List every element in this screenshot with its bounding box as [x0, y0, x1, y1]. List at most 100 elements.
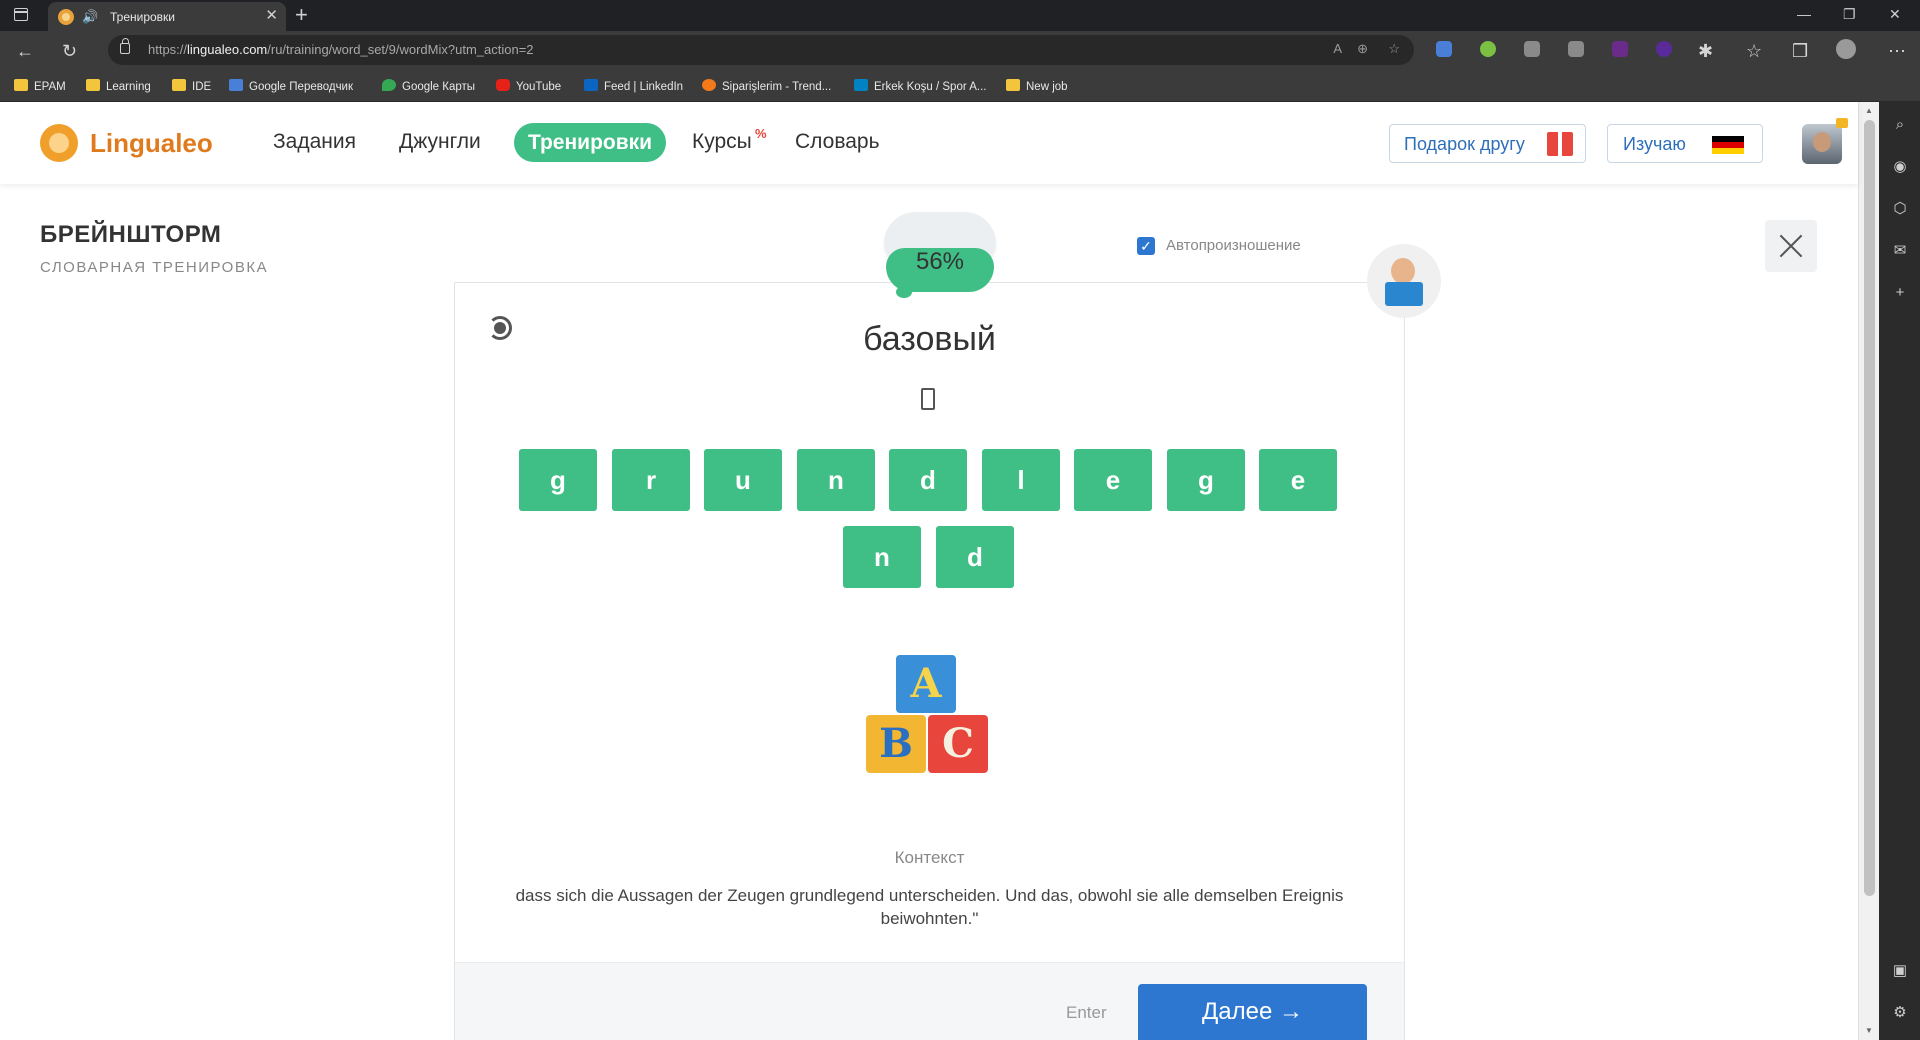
extensions-puzzle-icon[interactable]: ✱ [1698, 40, 1713, 62]
lock-icon[interactable] [120, 38, 130, 54]
bookmarks-bar: EPAM Learning IDE Google Переводчик Goog… [0, 71, 1920, 102]
progress-percent: 56% [915, 248, 965, 275]
close-training-button[interactable] [1765, 220, 1817, 272]
bookmark-google-translate[interactable]: Google Переводчик [229, 79, 353, 93]
nav-dictionary[interactable]: Словарь [795, 130, 880, 154]
gift-friend-label: Подарок другу [1404, 134, 1525, 154]
site-header: Lingualeo Задания Джунгли Тренировки Кур… [0, 102, 1858, 184]
letter-tile[interactable]: d [936, 526, 1014, 588]
bookmark-learning[interactable]: Learning [86, 79, 151, 93]
courses-discount-badge: % [755, 126, 767, 141]
folder-icon [86, 79, 100, 91]
auto-pronounce-checkbox[interactable]: ✓ [1137, 237, 1155, 255]
read-aloud-icon[interactable]: A [1333, 41, 1342, 56]
games-icon[interactable]: ⬡ [1891, 200, 1909, 218]
nav-courses[interactable]: Курсы [692, 130, 752, 154]
workspaces-icon[interactable] [14, 8, 28, 21]
favorites-icon[interactable]: ☆ [1746, 40, 1762, 62]
url-text[interactable]: https://lingualeo.com/ru/training/word_s… [148, 42, 534, 57]
context-sentence: dass sich die Aussagen der Zeugen grundl… [515, 886, 1344, 928]
letter-tile[interactable]: d [889, 449, 967, 511]
decathlon-icon [854, 79, 868, 91]
address-bar[interactable]: https://lingualeo.com/ru/training/word_s… [108, 35, 1414, 65]
crown-icon [1836, 118, 1848, 128]
bookmark-youtube[interactable]: YouTube [496, 79, 561, 93]
german-flag-icon [1712, 136, 1744, 154]
bookmark-trendyol[interactable]: Siparişlerim - Trend... [702, 79, 831, 93]
letter-tile[interactable]: g [1167, 449, 1245, 511]
scroll-up-icon[interactable]: ▲ [1865, 106, 1873, 115]
copilot-icon[interactable]: ◉ [1891, 158, 1909, 176]
bookmark-decathlon[interactable]: Erkek Koşu / Spor A... [854, 79, 987, 93]
restore-button[interactable]: ❐ [1843, 6, 1856, 23]
extension-green-icon[interactable] [1480, 41, 1496, 57]
letter-tile[interactable]: u [704, 449, 782, 511]
site-logo[interactable]: Lingualeo [90, 128, 213, 159]
browser-tab-active[interactable]: 🔊 Тренировки ✕ [48, 2, 286, 31]
zoom-icon[interactable]: ⊕ [1357, 41, 1368, 57]
refresh-icon[interactable]: ↻ [62, 40, 77, 62]
letter-tile[interactable]: n [843, 526, 921, 588]
cloud-drop [896, 286, 912, 298]
page-title: БРЕЙНШТОРМ [40, 221, 222, 248]
letter-tile[interactable]: l [982, 449, 1060, 511]
browser-toolbar: ← ↻ https://lingualeo.com/ru/training/wo… [0, 31, 1920, 71]
minimize-button[interactable]: — [1797, 6, 1811, 22]
new-tab-button[interactable]: + [295, 3, 308, 27]
scroll-down-icon[interactable]: ▼ [1865, 1026, 1873, 1035]
nav-jungle[interactable]: Джунгли [399, 130, 481, 154]
profile-icon[interactable] [1836, 39, 1856, 59]
context-label: Контекст [894, 848, 965, 867]
folder-icon [1006, 79, 1020, 91]
extension-purple-icon[interactable] [1612, 41, 1628, 57]
back-icon[interactable]: ← [16, 40, 34, 62]
nav-trainings[interactable]: Тренировки [514, 123, 666, 162]
letter-tile[interactable]: e [1074, 449, 1152, 511]
bookmark-google-maps[interactable]: Google Карты [382, 79, 475, 93]
letter-tile[interactable]: e [1259, 449, 1337, 511]
favorite-star-icon[interactable]: ☆ [1388, 41, 1400, 57]
answer-slot [921, 388, 935, 410]
speaker-icon[interactable]: 🔊 [82, 8, 100, 26]
bookmark-epam[interactable]: EPAM [14, 79, 66, 93]
translate-extension-icon[interactable] [1436, 41, 1452, 57]
enter-hint: Enter [1066, 1003, 1107, 1022]
bookmark-new-job[interactable]: New job [1006, 79, 1068, 93]
close-window-button[interactable]: ✕ [1889, 6, 1901, 23]
block-a: A [896, 655, 956, 713]
next-button[interactable]: Далее → [1138, 984, 1367, 1040]
tab-close-icon[interactable]: ✕ [265, 7, 278, 25]
target-word: базовый [863, 320, 996, 358]
mascot-reading-icon [1367, 244, 1441, 318]
page-scrollbar[interactable]: ▲ ▼ [1858, 102, 1879, 1040]
nav-tasks[interactable]: Задания [273, 130, 356, 154]
letter-tile[interactable]: g [519, 449, 597, 511]
sidebar-settings-icon[interactable]: ⚙ [1891, 1004, 1909, 1022]
outlook-icon[interactable]: ✉ [1891, 242, 1909, 260]
extension-circle-icon[interactable] [1656, 41, 1672, 57]
auto-pronounce-label[interactable]: Автопроизношение [1166, 237, 1301, 254]
bookmark-ide[interactable]: IDE [172, 79, 211, 93]
user-avatar[interactable] [1802, 124, 1842, 164]
search-icon[interactable]: ⌕ [1891, 116, 1909, 134]
block-b: B [866, 715, 926, 773]
gift-friend-button[interactable]: Подарок другу [1389, 124, 1586, 163]
learning-language-label: Изучаю [1623, 134, 1686, 154]
folder-icon [14, 79, 28, 91]
learning-language-button[interactable]: Изучаю [1607, 124, 1763, 163]
add-sidebar-app-icon[interactable]: + [1891, 284, 1909, 302]
collections-icon[interactable]: ❒ [1792, 40, 1808, 62]
extension-chart-icon[interactable] [1568, 41, 1584, 57]
letter-tile[interactable]: r [612, 449, 690, 511]
sidebar-layout-icon[interactable]: ▣ [1891, 962, 1909, 980]
google-translate-icon [229, 79, 243, 91]
scroll-thumb[interactable] [1864, 120, 1875, 896]
page-subtitle: СЛОВАРНАЯ ТРЕНИРОВКА [40, 259, 269, 276]
letter-tile[interactable]: n [797, 449, 875, 511]
browser-tab-bar: 🔊 Тренировки ✕ + — ❐ ✕ [0, 0, 1920, 31]
extension-gray-icon[interactable] [1524, 41, 1540, 57]
more-menu-icon[interactable]: ⋯ [1888, 40, 1906, 62]
bookmark-linkedin[interactable]: Feed | LinkedIn [584, 79, 683, 93]
lion-logo-icon[interactable] [40, 124, 78, 162]
browser-sidebar: ⌕ ◉ ⬡ ✉ + ▣ ⚙ [1879, 102, 1920, 1040]
